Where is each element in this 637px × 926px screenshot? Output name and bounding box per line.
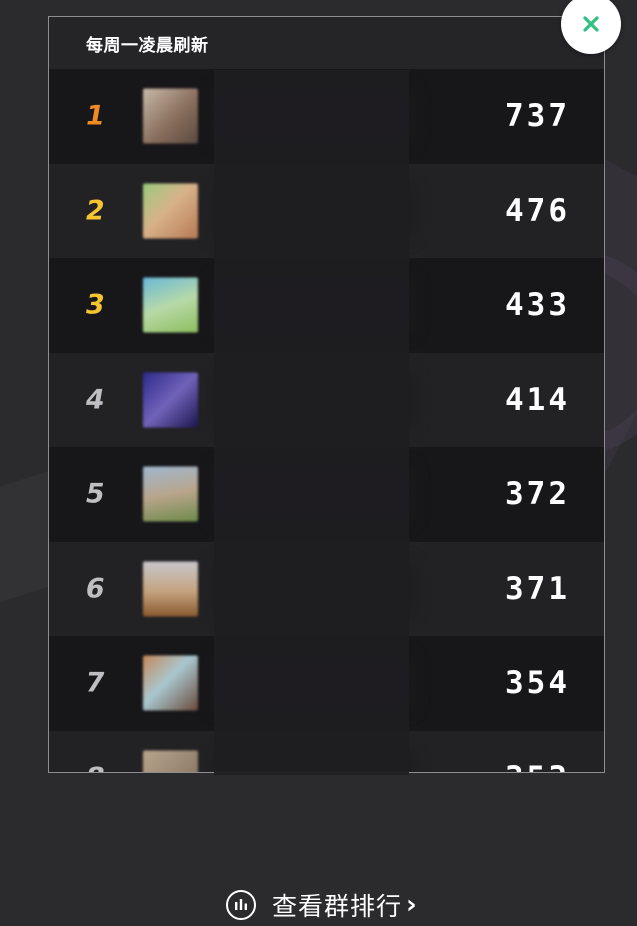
blurred-name — [213, 656, 413, 711]
ranking-row[interactable]: 5 372 — [49, 447, 604, 542]
score-value: 414 — [505, 381, 570, 418]
score-value: 737 — [505, 98, 570, 135]
view-group-ranking-link[interactable]: 查看群排行 › — [226, 884, 417, 926]
ranking-row[interactable]: 4 414 — [49, 352, 604, 447]
score-value: 354 — [505, 665, 570, 702]
ranking-row[interactable]: 3 433 — [49, 258, 604, 353]
rank-number: 4 — [82, 384, 108, 416]
ranking-card: 每周一凌晨刷新 17372476343344145372637173548353 — [48, 16, 605, 773]
avatar — [143, 88, 198, 144]
bar-chart-icon — [226, 890, 256, 920]
rank-number: 5 — [82, 478, 108, 510]
view-group-ranking-label: 查看群排行 — [272, 892, 403, 921]
ranking-row[interactable]: 2 476 — [49, 163, 604, 258]
score-value: 353 — [505, 760, 570, 772]
rank-number: 2 — [82, 195, 108, 227]
avatar — [143, 750, 198, 772]
avatar — [143, 561, 198, 617]
ranking-row[interactable]: 8 353 — [49, 730, 604, 772]
close-icon — [583, 16, 599, 32]
score-value: 433 — [505, 287, 570, 324]
avatar — [143, 183, 198, 239]
rank-number: 7 — [82, 667, 108, 699]
ranking-row[interactable]: 7 354 — [49, 636, 604, 731]
avatar — [143, 277, 198, 333]
refresh-note: 每周一凌晨刷新 — [86, 36, 209, 56]
score-value: 476 — [505, 192, 570, 229]
avatar — [143, 372, 198, 428]
card-header: 每周一凌晨刷新 — [49, 17, 604, 70]
blurred-name — [213, 561, 413, 616]
ranking-list: 17372476343344145372637173548353 — [49, 69, 604, 772]
score-value: 371 — [505, 570, 570, 607]
blurred-name — [213, 750, 413, 772]
blurred-name — [213, 278, 413, 333]
avatar — [143, 655, 198, 711]
chevron-right-icon: › — [406, 890, 417, 920]
score-value: 372 — [505, 476, 570, 513]
rank-number: 6 — [82, 573, 108, 605]
ranking-row[interactable]: 1 737 — [49, 69, 604, 164]
close-button[interactable] — [561, 0, 621, 54]
blurred-name — [213, 183, 413, 238]
avatar — [143, 466, 198, 522]
rank-number: 8 — [72, 762, 117, 772]
ranking-row[interactable]: 6 371 — [49, 541, 604, 636]
blurred-name — [213, 372, 413, 427]
blurred-name — [213, 467, 413, 522]
rank-number: 1 — [82, 100, 108, 132]
rank-number: 3 — [82, 289, 108, 321]
blurred-name — [213, 89, 413, 144]
